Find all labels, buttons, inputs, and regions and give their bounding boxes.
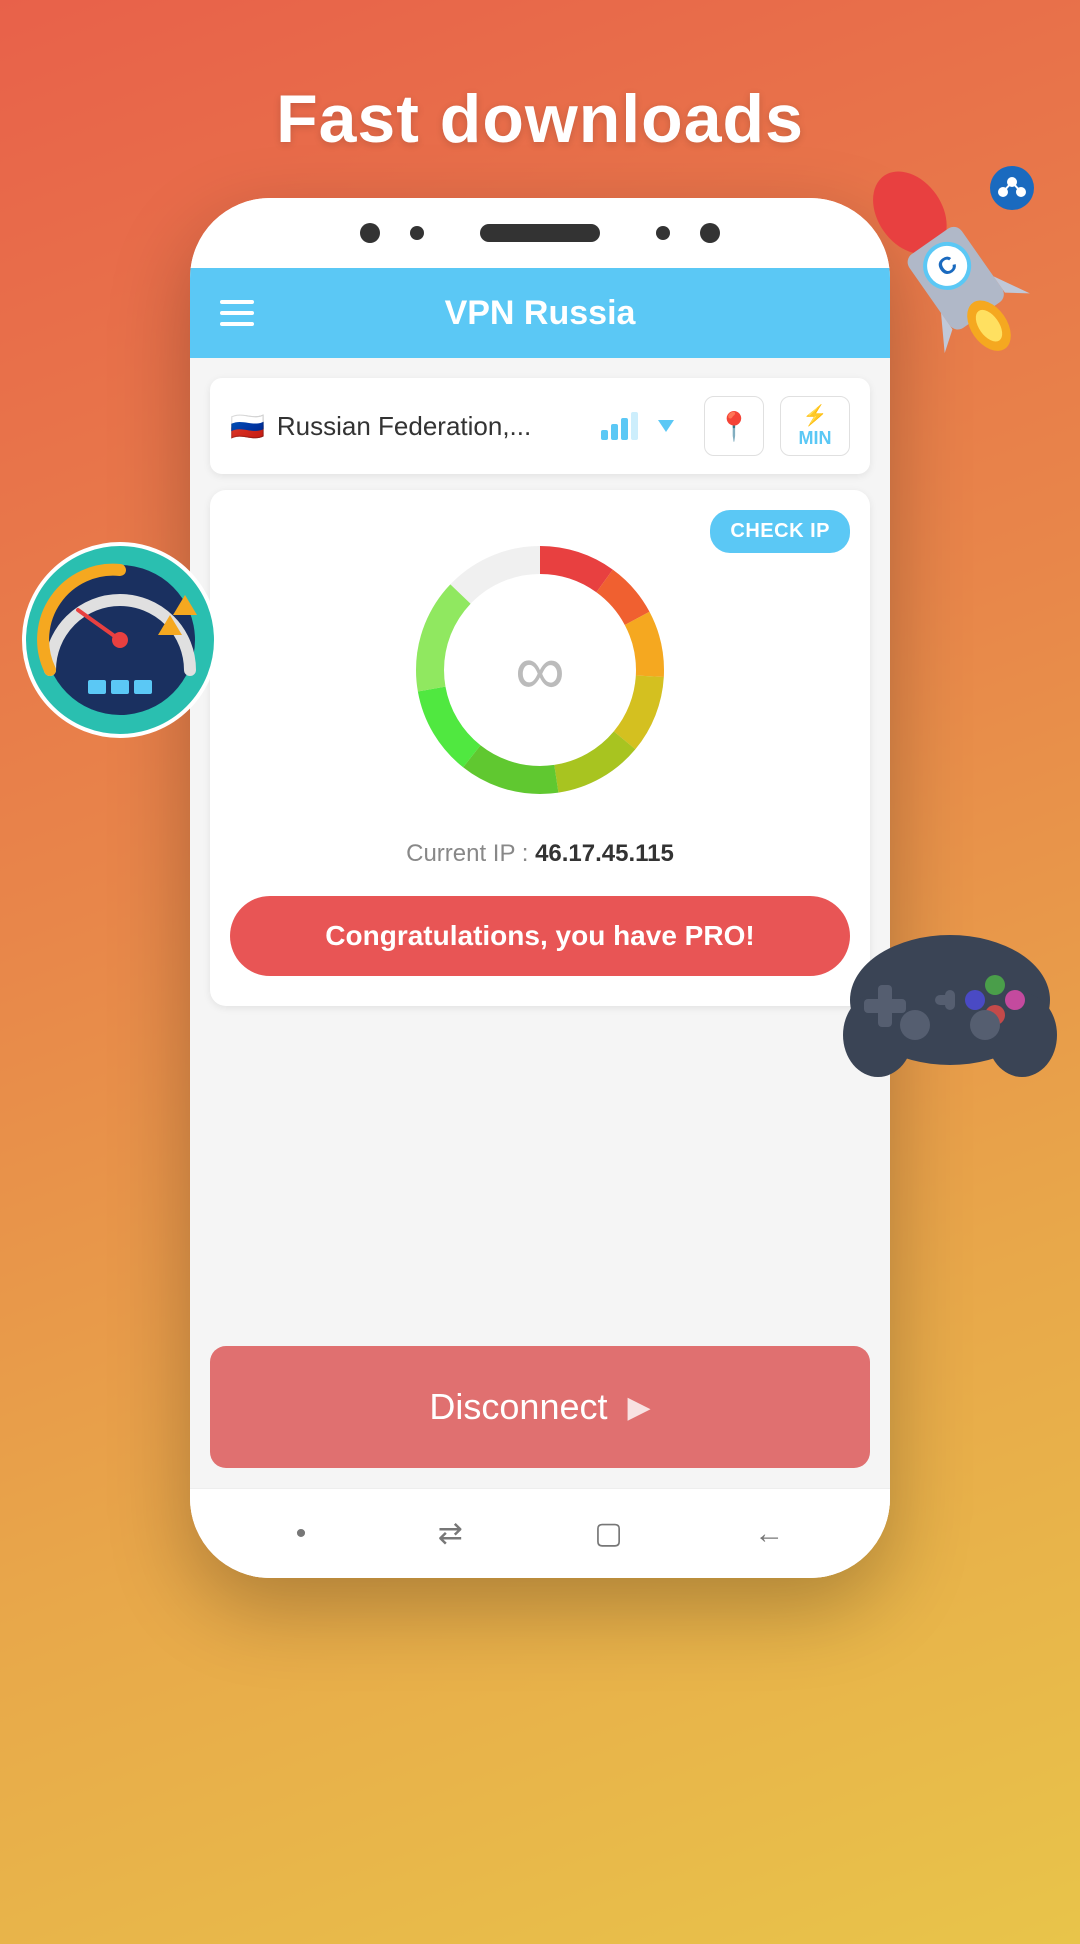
dropdown-arrow-icon (658, 420, 674, 432)
phone-top-bar (190, 198, 890, 268)
min-label: MIN (799, 428, 832, 449)
phone-inner: VPN Russia 🇷🇺 Russian Federation,... 📍 (190, 268, 890, 1578)
app-title: VPN Russia (445, 294, 636, 333)
bottom-navigation: • ⇄ ▢ ← (190, 1488, 890, 1578)
sensor-dot-left (410, 226, 424, 240)
app-content: 🇷🇺 Russian Federation,... 📍 ⚡ MIN (190, 358, 890, 1578)
signal-bars (601, 412, 638, 440)
sensor-dot-right (656, 226, 670, 240)
rocket-decoration: C (850, 160, 1050, 380)
bandwidth-gauge: ∞ (400, 530, 680, 810)
front-camera-left (360, 223, 380, 243)
front-camera-right (700, 223, 720, 243)
server-selector[interactable]: 🇷🇺 Russian Federation,... 📍 ⚡ MIN (210, 378, 870, 474)
pro-message-button[interactable]: Congratulations, you have PRO! (230, 896, 850, 976)
signal-bar-3 (621, 418, 628, 440)
country-flag: 🇷🇺 (230, 410, 265, 443)
speaker (480, 224, 600, 242)
disconnect-area: Disconnect ▶ (190, 1326, 890, 1488)
signal-bar-2 (611, 424, 618, 440)
menu-button[interactable] (220, 300, 254, 326)
signal-bar-1 (601, 430, 608, 440)
server-name: Russian Federation,... (277, 411, 589, 442)
hamburger-line-2 (220, 311, 254, 315)
current-ip-label: Current IP : (406, 840, 528, 867)
page-title: Fast downloads (276, 80, 804, 158)
hamburger-line-1 (220, 300, 254, 304)
nav-recent-icon[interactable]: ⇄ (438, 1516, 463, 1551)
nav-dot-icon[interactable]: • (296, 1517, 307, 1551)
location-button[interactable]: 📍 (704, 396, 764, 456)
gamepad-decoration (840, 900, 1060, 1080)
phone-frame: VPN Russia 🇷🇺 Russian Federation,... 📍 (190, 198, 890, 1578)
speedometer-decoration (20, 540, 220, 740)
signal-bar-4 (631, 412, 638, 440)
spacer (190, 1022, 890, 1326)
app-header: VPN Russia (190, 268, 890, 358)
main-card: CHECK IP (210, 490, 870, 1006)
nav-back-icon[interactable]: ← (754, 1517, 784, 1551)
disconnect-button[interactable]: Disconnect ▶ (210, 1346, 870, 1468)
nav-home-icon[interactable]: ▢ (594, 1516, 622, 1551)
current-ip-row: Current IP : 46.17.45.115 (406, 840, 674, 868)
disconnect-label: Disconnect (429, 1386, 607, 1428)
bolt-icon: ⚡ (803, 403, 828, 428)
check-ip-button[interactable]: CHECK IP (710, 510, 850, 553)
location-pin-icon: 📍 (717, 410, 752, 443)
current-ip-value: 46.17.45.115 (535, 840, 674, 867)
disconnect-arrow-icon: ▶ (628, 1390, 651, 1425)
hamburger-line-3 (220, 322, 254, 326)
min-ping-button[interactable]: ⚡ MIN (780, 396, 850, 456)
infinity-symbol: ∞ (515, 630, 565, 710)
